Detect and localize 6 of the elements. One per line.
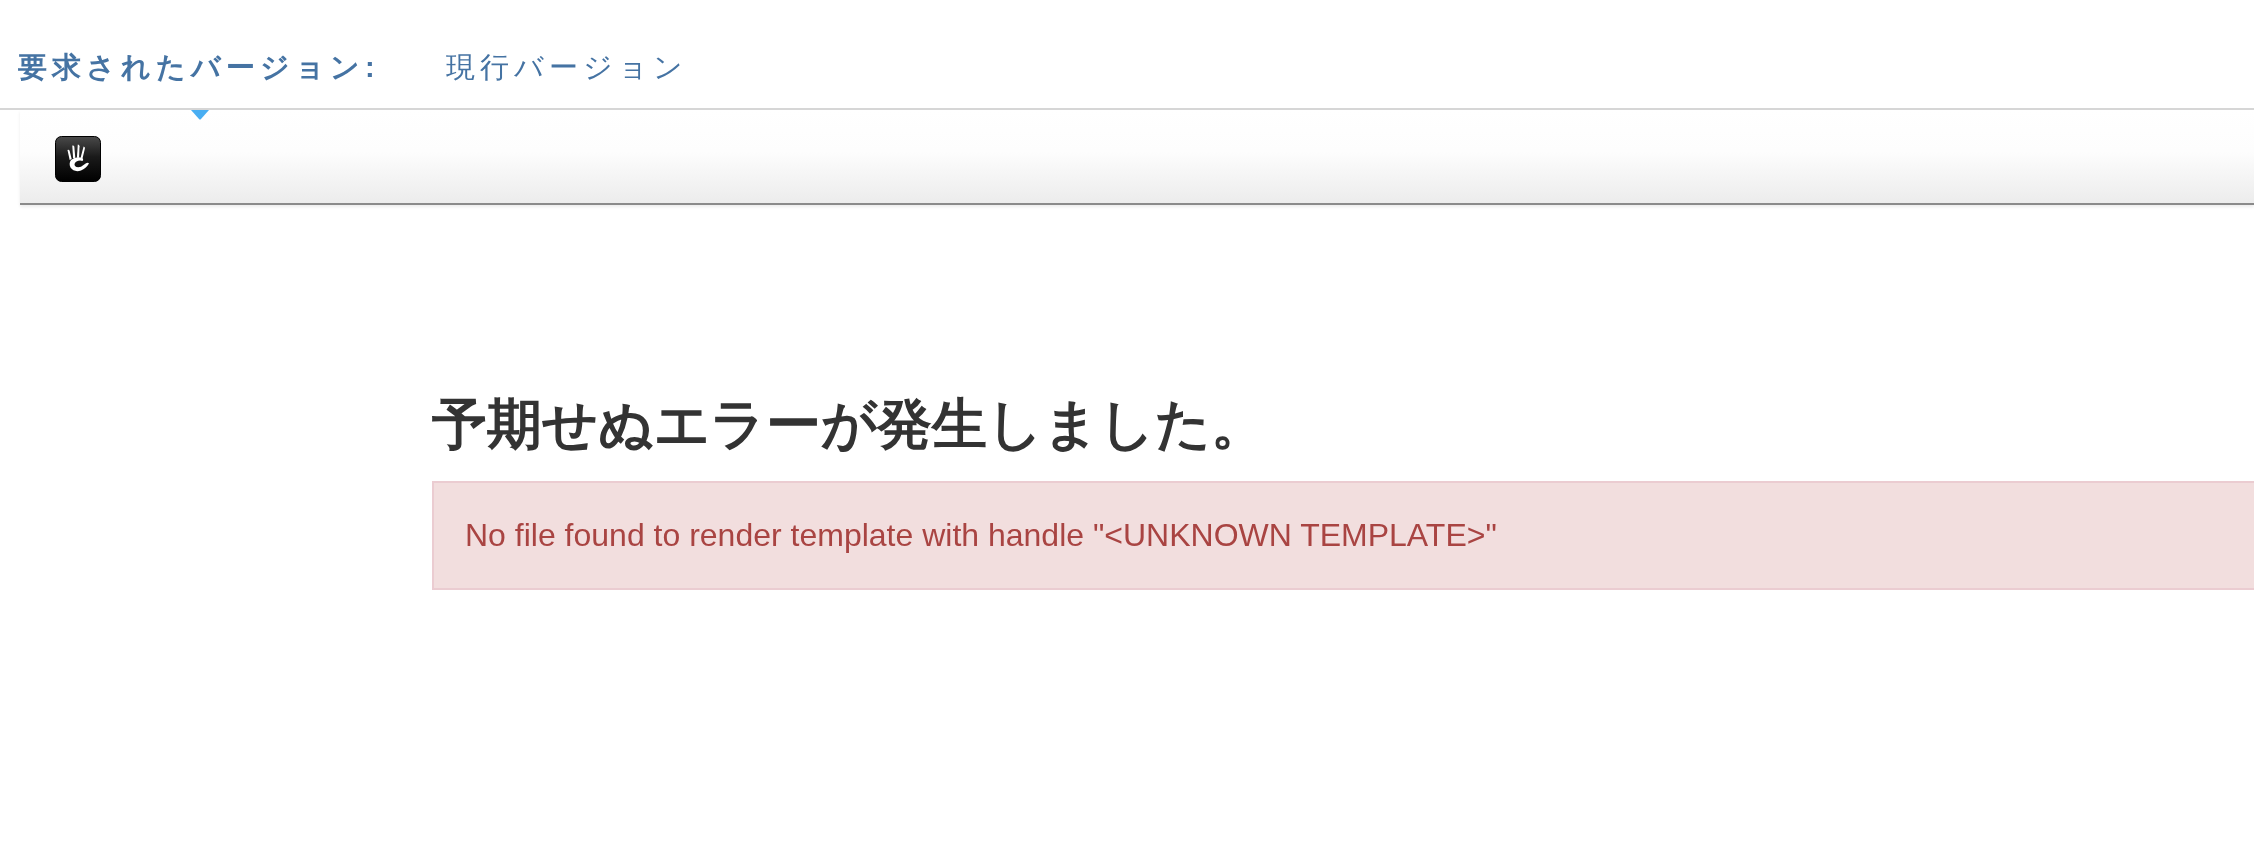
error-heading: 予期せぬエラーが発生しました。 xyxy=(432,391,1266,457)
error-message: No file found to render template with handle "<UNKNOWN TEMPLATE>" xyxy=(465,517,1497,554)
requested-version-label: 要求されたバージョン: xyxy=(18,50,380,85)
pointer-triangle-icon xyxy=(191,110,209,120)
hand-logo-icon[interactable] xyxy=(55,135,101,182)
current-version-text: 現行バージョン xyxy=(445,50,688,85)
